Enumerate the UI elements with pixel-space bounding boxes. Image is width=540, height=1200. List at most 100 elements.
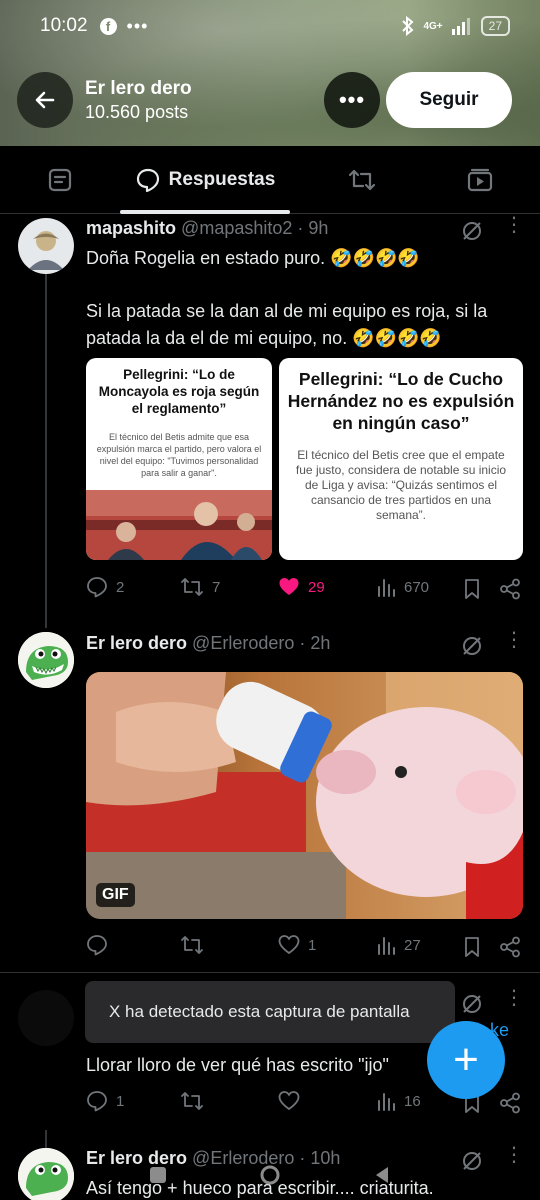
like-count: 29 (308, 578, 325, 596)
view-count: 16 (404, 1092, 421, 1110)
battery-indicator: 27 (480, 16, 510, 36)
home-icon[interactable] (259, 1164, 281, 1186)
views-button[interactable]: 670 (376, 576, 429, 598)
like-button[interactable]: 1 (278, 934, 316, 956)
network-label: 4G+ (423, 20, 443, 32)
gif-media[interactable]: GIF (86, 672, 523, 919)
arrow-left-icon (35, 91, 55, 109)
card-summary: El técnico del Betis cree que el empate … (295, 448, 507, 522)
tweet-actions: 1 27 (86, 934, 526, 960)
grok-icon[interactable] (460, 219, 484, 243)
repost-icon (181, 578, 203, 596)
tweet-menu-icon[interactable]: ⋮ (504, 215, 524, 245)
tweet-actions: 2 7 29 670 (86, 576, 526, 602)
avatar[interactable] (18, 990, 74, 1046)
tweet-author[interactable]: Er lero dero @Erlerodero · 2h (86, 633, 330, 654)
back-button[interactable] (17, 72, 73, 128)
reply-icon (87, 577, 107, 598)
thread-line (45, 274, 47, 628)
repost-button[interactable] (180, 1090, 212, 1112)
tweet-text: Doña Rogelia en estado puro. 🤣🤣🤣🤣 (86, 248, 420, 268)
status-bar: 10:02 f ••• 4G+ 27 (40, 12, 510, 40)
bookmark-icon[interactable] (462, 578, 482, 600)
tab-articles[interactable] (30, 146, 90, 214)
reply-icon (87, 935, 107, 956)
tweet-divider (0, 972, 540, 973)
reply-button[interactable] (86, 934, 116, 956)
views-button[interactable]: 16 (376, 1090, 421, 1112)
tweet-menu-icon[interactable]: ⋮ (504, 988, 524, 1018)
video-icon (467, 168, 493, 192)
back-nav-icon[interactable] (371, 1164, 393, 1186)
like-button[interactable]: 29 (278, 576, 325, 598)
like-count: 1 (308, 936, 317, 954)
grok-icon[interactable] (460, 992, 484, 1016)
grok-icon[interactable] (460, 634, 484, 658)
views-icon (378, 937, 395, 955)
repost-icon (181, 936, 203, 954)
reply-count: 1 (116, 1092, 125, 1110)
post-count: 10.560 posts (85, 102, 189, 122)
share-icon[interactable] (499, 936, 521, 958)
active-tab-indicator (120, 210, 290, 214)
heart-icon (278, 1091, 300, 1111)
author-handle: @mapashito2 · 9h (181, 218, 329, 238)
share-icon[interactable] (499, 1092, 521, 1114)
view-count: 27 (404, 936, 421, 954)
screenshot-toast: X ha detectado esta captura de pantalla (85, 981, 455, 1043)
views-icon (378, 1093, 395, 1111)
heart-icon (278, 935, 300, 955)
repost-icon (181, 1092, 203, 1110)
repost-icon (348, 169, 376, 191)
repost-button[interactable] (180, 934, 212, 956)
heart-filled-icon (279, 578, 299, 595)
tab-reposts[interactable] (332, 146, 392, 214)
views-button[interactable]: 27 (376, 934, 421, 956)
gif-badge: GIF (96, 883, 135, 907)
author-name: Er lero dero (86, 633, 188, 653)
facebook-icon: f (99, 17, 117, 35)
speech-bubble-icon (136, 168, 159, 193)
reply-button[interactable]: 2 (86, 576, 124, 598)
tab-replies[interactable]: Respuestas (120, 146, 290, 214)
card-summary: El técnico del Betis admite que esa expu… (96, 432, 262, 478)
repost-button[interactable]: 7 (180, 576, 220, 598)
share-icon[interactable] (499, 578, 521, 600)
reply-button[interactable]: 1 (86, 1090, 124, 1112)
profile-tabs: Respuestas (0, 146, 540, 214)
recent-apps-icon[interactable] (147, 1164, 169, 1186)
plus-icon: + (453, 1035, 479, 1084)
more-options-button[interactable]: ••• (324, 72, 380, 128)
repost-count: 7 (212, 578, 221, 596)
tweet-author[interactable]: mapashito @mapashito2 · 9h (86, 218, 328, 239)
piglet-gif-image (86, 672, 523, 919)
default-avatar-icon (28, 231, 64, 270)
link-card[interactable]: Pellegrini: “Lo de Moncayola es roja seg… (86, 358, 272, 560)
like-button[interactable] (278, 1090, 308, 1112)
avatar[interactable] (18, 632, 74, 688)
tab-videos[interactable] (450, 146, 510, 214)
signal-icon (451, 18, 470, 35)
avatar[interactable] (18, 218, 74, 274)
article-icon (48, 168, 72, 192)
profile-name: Er lero dero (85, 78, 192, 99)
profile-header: 10:02 f ••• 4G+ 27 Er lero dero 10.560 p… (0, 0, 540, 146)
compose-post-button[interactable]: + (427, 1021, 505, 1099)
link-card[interactable]: Pellegrini: “Lo de Cucho Hernández no es… (279, 358, 523, 560)
status-time: 10:02 (40, 15, 88, 36)
tab-replies-label: Respuestas (168, 169, 276, 190)
author-handle: @Erlerodero · 2h (192, 633, 331, 653)
follow-button[interactable]: Seguir (386, 72, 512, 128)
bookmark-icon[interactable] (462, 936, 482, 958)
system-nav-bar (0, 1150, 540, 1200)
card-title: Pellegrini: “Lo de Cucho Hernández no es… (287, 369, 515, 433)
card-photo (86, 490, 272, 560)
card-title: Pellegrini: “Lo de Moncayola es roja seg… (98, 367, 260, 416)
dinosaur-avatar-icon (18, 632, 74, 688)
status-dots: ••• (126, 15, 149, 36)
view-count: 670 (404, 578, 430, 596)
tweet-text: Si la patada se la dan al de mi equipo e… (86, 301, 488, 348)
tweet-menu-icon[interactable]: ⋮ (504, 630, 524, 660)
reply-count: 2 (116, 578, 125, 596)
reply-icon (87, 1091, 107, 1112)
